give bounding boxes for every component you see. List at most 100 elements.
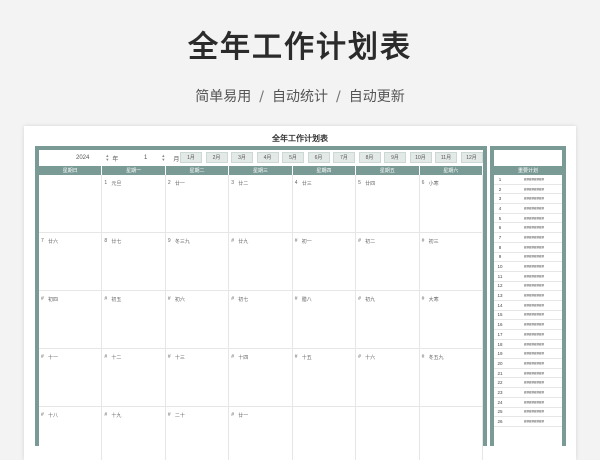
calendar-cell[interactable]: # 十五: [292, 349, 357, 407]
calendar-cell[interactable]: 9 冬三九: [165, 233, 230, 291]
plan-row[interactable]: 10 ########: [494, 262, 562, 272]
spin-down-icon[interactable]: ▼: [105, 158, 109, 162]
plan-index: 20: [497, 360, 503, 366]
month-button[interactable]: 5月: [282, 152, 304, 163]
calendar-cell[interactable]: # 初一: [292, 233, 357, 291]
plan-row[interactable]: 12 ########: [494, 282, 562, 292]
calendar-cell[interactable]: # 初二: [356, 233, 420, 291]
feature-stats: 自动统计: [272, 89, 328, 105]
lunar-label: 初六: [174, 297, 185, 303]
plan-row[interactable]: 24 ########: [494, 398, 562, 408]
lunar-label: 廿七: [111, 239, 122, 245]
month-button[interactable]: 4月: [256, 152, 279, 163]
plan-row[interactable]: 13 ########: [494, 291, 562, 301]
month-button[interactable]: 2月: [205, 152, 228, 163]
calendar-cell[interactable]: 4 廿三: [292, 175, 357, 233]
calendar-cell[interactable]: # 初五: [102, 291, 166, 349]
plan-index: 17: [497, 331, 503, 337]
month-button[interactable]: 1月: [180, 152, 202, 163]
plan-row[interactable]: 4 ########: [494, 204, 562, 214]
plan-row[interactable]: 9 ########: [494, 253, 562, 263]
calendar-cell[interactable]: # 初九: [356, 291, 420, 349]
calendar-cell[interactable]: # 二十: [166, 407, 230, 460]
month-input[interactable]: 1 ▲ ▼ 月: [144, 152, 179, 164]
calendar-cell[interactable]: # 初七: [229, 291, 293, 349]
calendar-cell[interactable]: [356, 407, 420, 460]
year-input[interactable]: 2024 ▲ ▼ 年: [76, 152, 118, 164]
calendar-cell[interactable]: # 十六: [356, 349, 420, 407]
calendar-cell[interactable]: # 十八: [39, 407, 103, 460]
calendar-cell[interactable]: 3 廿二: [229, 175, 293, 233]
calendar-cell[interactable]: # 冬五九: [419, 349, 483, 407]
calendar-cell[interactable]: 5 廿四: [356, 175, 420, 233]
plan-row[interactable]: 25 ########: [494, 408, 562, 418]
year-spinner[interactable]: ▲ ▼: [105, 154, 109, 162]
lunar-label: 冬三九: [174, 239, 190, 245]
calendar-cell[interactable]: # 腊八: [292, 291, 357, 349]
plan-row[interactable]: 21 ########: [494, 369, 562, 379]
lunar-label: 初九: [365, 297, 376, 303]
lunar-label: 十二: [111, 355, 122, 361]
month-button[interactable]: 10月: [409, 152, 432, 163]
month-button[interactable]: 11月: [435, 152, 457, 163]
plan-row[interactable]: 26 ########: [494, 417, 562, 427]
lunar-label: 廿六: [48, 239, 59, 245]
plan-row[interactable]: 14 ########: [494, 301, 562, 311]
plan-row[interactable]: 7 ########: [494, 233, 562, 243]
lunar-label: 冬五九: [428, 355, 444, 361]
calendar-cell[interactable]: # 十二: [102, 349, 166, 407]
plan-row[interactable]: 5 ########: [494, 214, 562, 224]
month-button[interactable]: 8月: [358, 152, 381, 163]
plan-row[interactable]: 8 ########: [494, 243, 562, 253]
plan-row[interactable]: 19 ########: [494, 349, 562, 360]
calendar-cell[interactable]: # 初三: [419, 233, 483, 291]
calendar-cell[interactable]: # 十一: [39, 349, 103, 407]
lunar-label: 小寒: [428, 181, 439, 187]
month-button[interactable]: 6月: [307, 152, 330, 163]
plan-row[interactable]: 11 ########: [494, 272, 562, 282]
plan-row[interactable]: 2 ########: [494, 185, 562, 195]
calendar-cell[interactable]: 2 廿一: [165, 175, 230, 233]
calendar-cell[interactable]: [293, 407, 357, 460]
plan-index: 13: [497, 293, 503, 299]
plan-row[interactable]: 15 ########: [494, 311, 562, 321]
hero-title: 全年工作计划表: [188, 30, 412, 65]
plan-value: ########: [523, 360, 545, 366]
plan-row[interactable]: 3 ########: [494, 194, 562, 205]
plan-row[interactable]: 6 ########: [494, 223, 562, 234]
plan-index: 24: [497, 399, 503, 405]
plan-row[interactable]: 16 ########: [494, 320, 562, 330]
month-button[interactable]: 9月: [384, 152, 406, 163]
calendar-cell[interactable]: # 十三: [165, 349, 230, 407]
month-spinner[interactable]: ▲ ▼: [161, 154, 165, 162]
day-number: #: [421, 354, 425, 360]
day-number: 3: [231, 180, 235, 186]
plan-value: ########: [523, 370, 545, 376]
calendar-cell[interactable]: # 廿九: [229, 233, 293, 291]
plan-row[interactable]: 18 ########: [494, 340, 562, 350]
calendar-cell[interactable]: # 大寒: [419, 291, 483, 349]
plan-row[interactable]: 17 ########: [494, 330, 562, 340]
calendar-cell[interactable]: # 初四: [39, 291, 103, 349]
month-button[interactable]: 7月: [333, 152, 355, 163]
calendar-cell[interactable]: 1 元旦: [102, 175, 166, 233]
calendar-cell[interactable]: # 十四: [229, 349, 293, 407]
weekday-label: 星期四: [292, 166, 357, 175]
plan-row[interactable]: 20 ########: [494, 359, 562, 369]
calendar-cell[interactable]: 7 廿六: [39, 233, 103, 291]
plan-row[interactable]: 22 ########: [494, 378, 562, 389]
calendar-cell[interactable]: [39, 175, 103, 233]
calendar-cell[interactable]: 8 廿七: [102, 233, 166, 291]
day-number: #: [294, 296, 298, 302]
spin-down-icon[interactable]: ▼: [161, 158, 165, 162]
calendar-cell[interactable]: # 十九: [102, 407, 166, 460]
plan-row[interactable]: 1 ########: [494, 175, 562, 185]
calendar-cell[interactable]: [420, 407, 483, 460]
plan-row[interactable]: 23 ########: [494, 388, 562, 398]
lunar-label: 十六: [365, 355, 376, 361]
calendar-cell[interactable]: # 初六: [165, 291, 230, 349]
month-button[interactable]: 3月: [231, 152, 253, 163]
month-button[interactable]: 12月: [460, 152, 483, 163]
calendar-cell[interactable]: # 廿一: [229, 407, 293, 460]
calendar-cell[interactable]: 6 小寒: [419, 175, 483, 233]
